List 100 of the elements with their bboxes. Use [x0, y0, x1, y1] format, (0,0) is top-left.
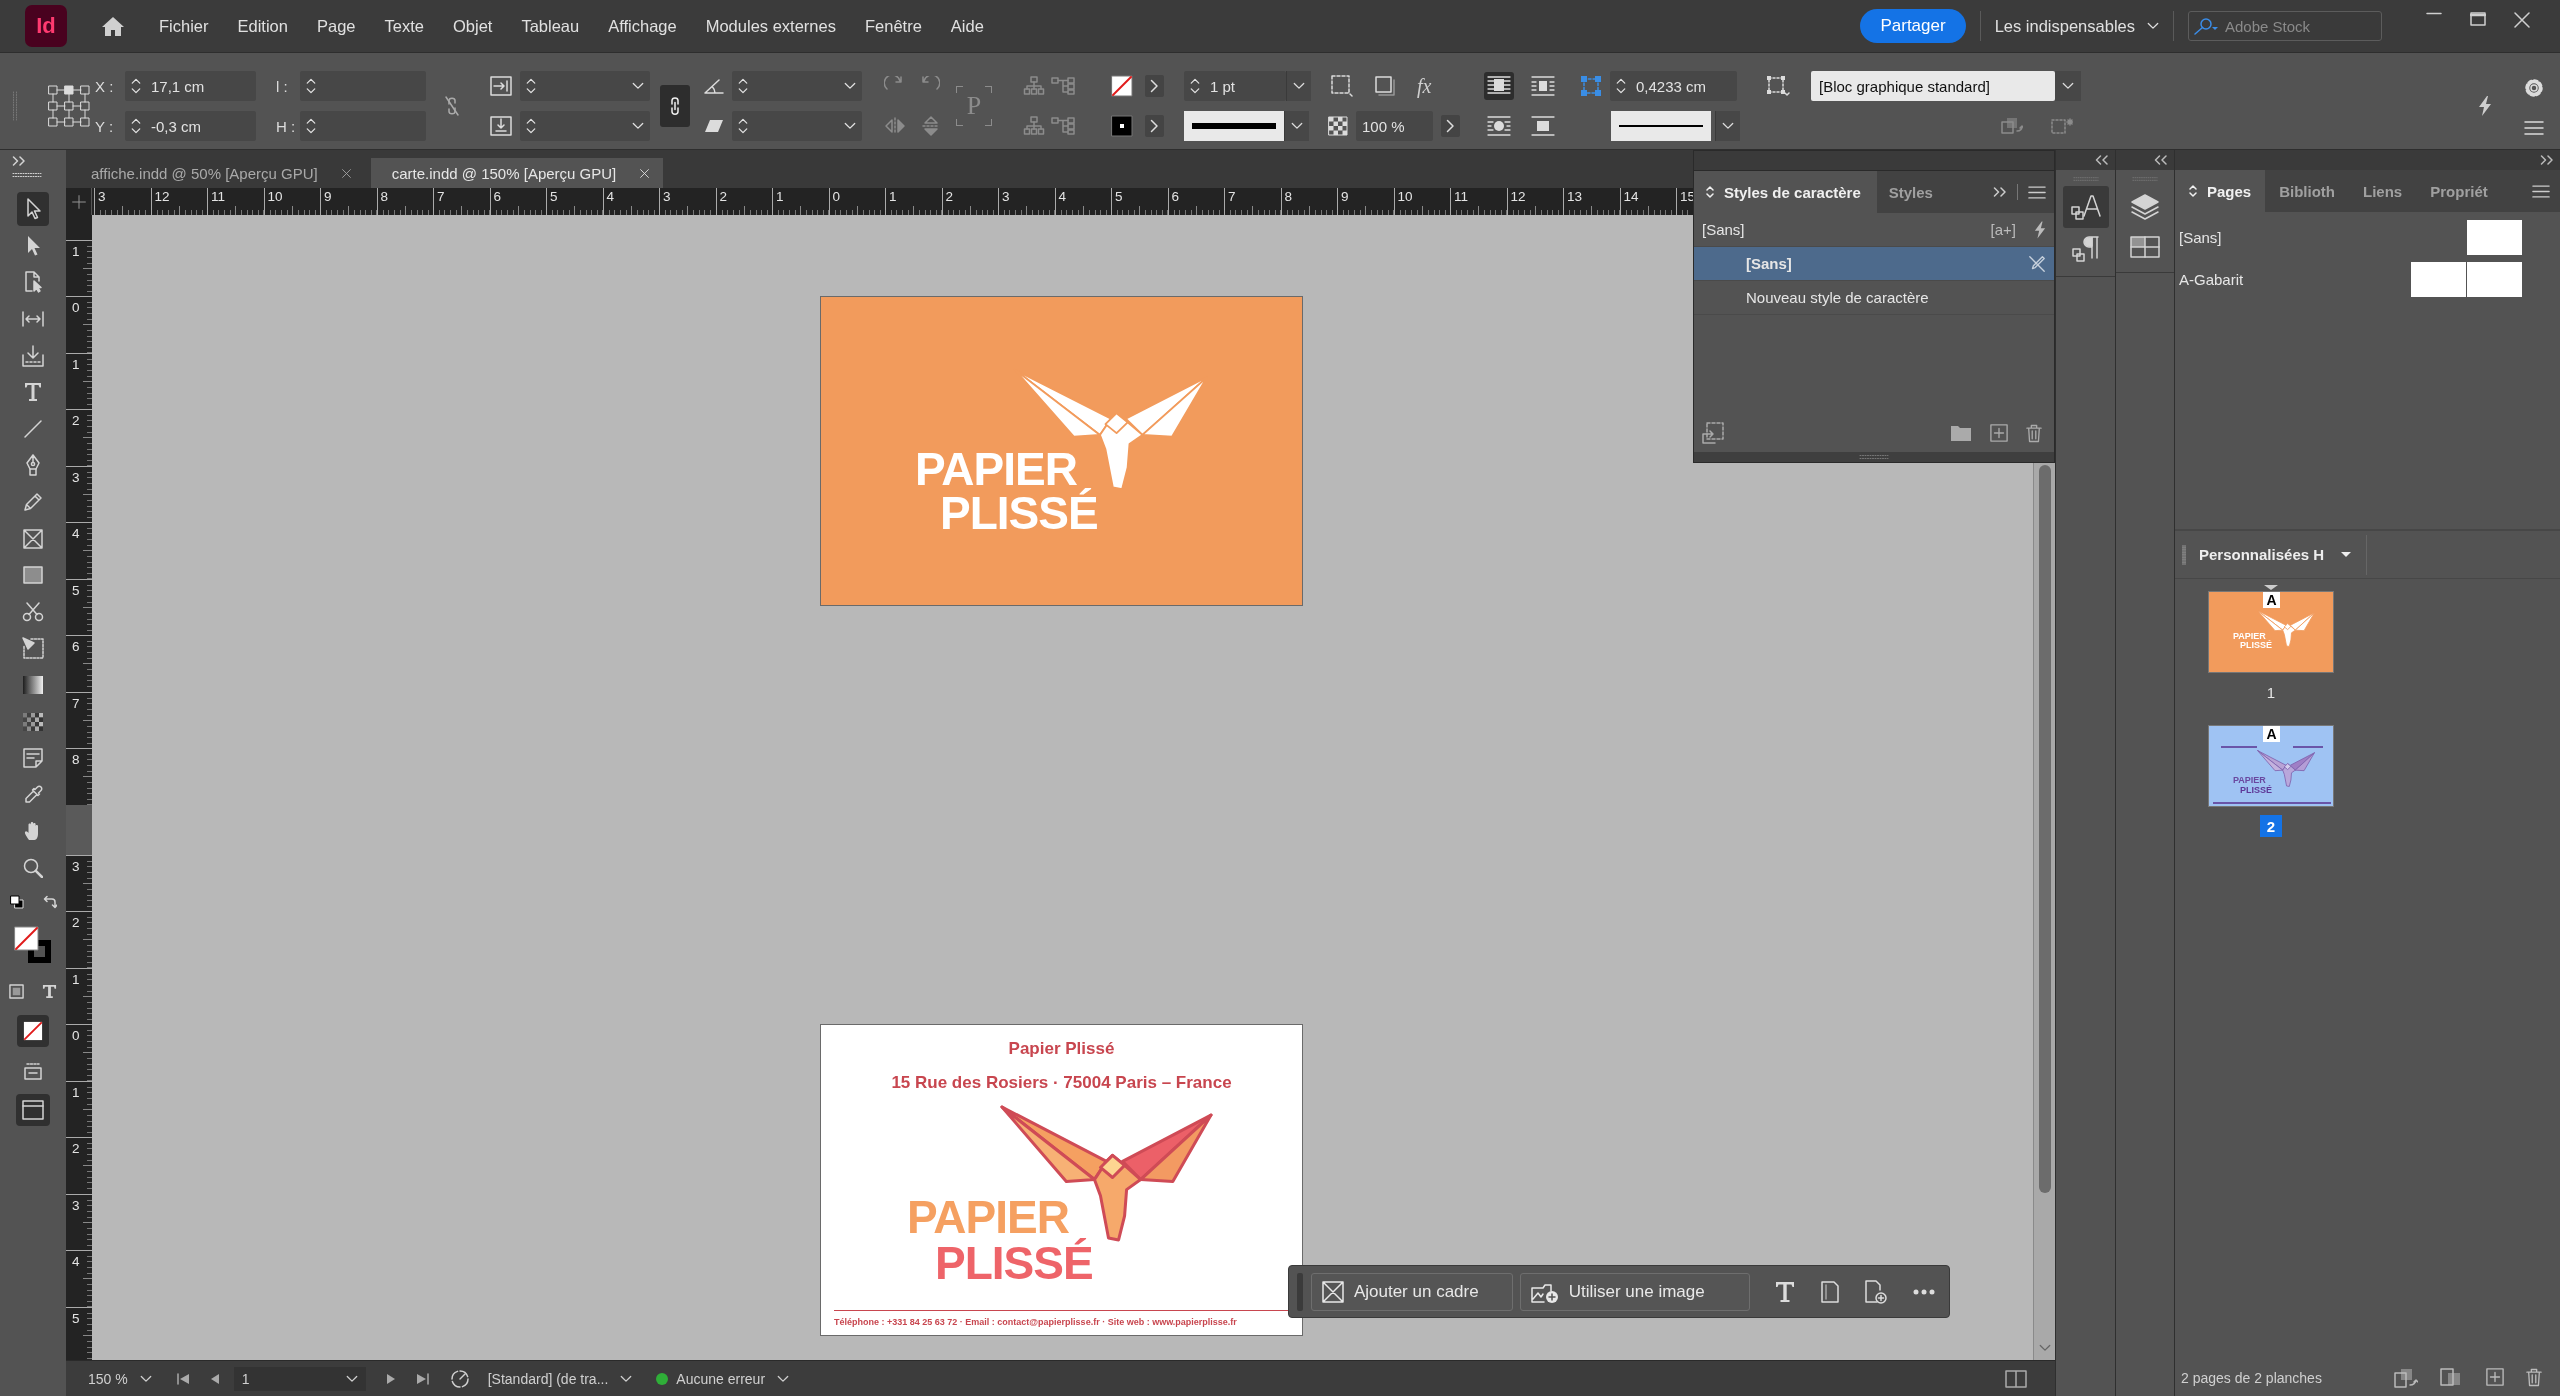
free-transform-icon[interactable] [22, 637, 44, 660]
clear-overrides-icon[interactable] [2028, 254, 2046, 273]
vertical-scrollbar[interactable] [2033, 463, 2055, 1360]
rotation-angle-icon[interactable] [704, 78, 724, 94]
chevron-down-icon[interactable] [844, 82, 856, 90]
load-styles-icon[interactable] [1702, 422, 1724, 444]
split-view-icon[interactable] [2005, 1369, 2027, 1388]
home-icon[interactable] [101, 15, 125, 37]
gap-tool-icon[interactable] [22, 309, 44, 330]
use-image-button[interactable]: Utiliser une image [1519, 1272, 1750, 1311]
chevron-down-icon[interactable] [844, 122, 856, 130]
menu-icon[interactable] [2524, 120, 2544, 135]
page-number[interactable]: 1 [2260, 681, 2282, 703]
scissors-icon[interactable] [22, 601, 44, 622]
next-page-icon[interactable] [385, 1372, 396, 1385]
chevron-down-icon[interactable] [2147, 22, 2159, 30]
add-page-icon[interactable] [1865, 1279, 1887, 1304]
pencil-icon[interactable] [23, 492, 43, 513]
master-thumbnail[interactable] [2411, 261, 2466, 297]
corner-size-field[interactable]: 0,4233 cm [1610, 71, 1737, 101]
eyedropper-icon[interactable] [23, 784, 43, 805]
frame-fitting-icon[interactable] [1331, 75, 1353, 97]
view-options-dropdown[interactable]: Personnalisées H [2199, 534, 2368, 575]
width-field[interactable] [300, 71, 426, 101]
gradient-feather-icon[interactable] [23, 712, 43, 731]
page-size-icon[interactable] [2394, 1368, 2418, 1388]
object-style-dropdown[interactable]: [Bloc graphique standard] [1811, 71, 2055, 101]
collapse-panels-icon[interactable] [2095, 155, 2109, 165]
apply-none-icon[interactable] [17, 1015, 49, 1048]
minimize-icon[interactable] [2426, 12, 2442, 15]
drag-handle[interactable] [1297, 1272, 1303, 1311]
corner-shape-dropdown[interactable] [1715, 111, 1740, 141]
zoom-icon[interactable] [23, 858, 43, 878]
content-collector-icon[interactable] [22, 344, 44, 367]
grid-panel-icon[interactable] [2130, 236, 2160, 258]
opacity-checker-icon[interactable] [1328, 116, 1348, 136]
chevron-down-icon[interactable] [1293, 82, 1305, 90]
spinner-icon[interactable] [526, 116, 536, 136]
wrap-bounding-box-icon[interactable] [1531, 75, 1555, 97]
lightning-icon[interactable] [2034, 219, 2046, 240]
menu-item[interactable]: Fenêtre [864, 16, 922, 36]
menu-item[interactable]: Objet [452, 16, 493, 36]
paragraph-styles-icon[interactable] [2071, 236, 2100, 262]
fill-stroke-swatch-icon[interactable] [14, 926, 52, 965]
chevron-down-icon[interactable] [632, 82, 644, 90]
drag-handle-icon[interactable] [2072, 176, 2099, 182]
type-tool-icon[interactable] [23, 382, 43, 403]
layers-icon[interactable] [2130, 194, 2160, 220]
menu-item[interactable]: Tableau [521, 16, 580, 36]
up-down-arrows-icon[interactable] [1706, 185, 1714, 199]
stroke-swatch-icon[interactable] [1111, 115, 1133, 137]
spinner-icon[interactable] [738, 76, 748, 96]
gradient-swatch-icon[interactable] [23, 676, 43, 694]
close-tab-icon[interactable] [341, 168, 351, 178]
chevron-right-icon[interactable] [1145, 75, 1164, 97]
up-down-arrows-icon[interactable] [2189, 184, 2197, 198]
x-position-field[interactable]: 17,1 cm [125, 71, 256, 101]
style-list-item[interactable]: Nouveau style de caractère [1694, 281, 2054, 315]
page-thumbnail[interactable]: A PAPIER PLISSÉ [2208, 725, 2334, 807]
spinner-icon[interactable] [1190, 76, 1200, 96]
line-tool-icon[interactable] [23, 418, 43, 439]
stroke-type-dropdown[interactable] [1284, 111, 1309, 141]
drag-handle-icon[interactable] [2132, 176, 2158, 182]
first-page-icon[interactable] [175, 1372, 190, 1385]
resize-grip-icon[interactable] [1859, 454, 1889, 460]
spinner-icon[interactable] [1616, 76, 1626, 96]
page-icon[interactable] [1821, 1280, 1839, 1303]
note-icon[interactable] [23, 748, 43, 769]
object-style-icon[interactable] [1766, 75, 1790, 97]
menu-item[interactable]: Page [316, 16, 356, 36]
spinner-icon[interactable] [306, 76, 316, 96]
chevron-right-icon[interactable] [1145, 115, 1164, 137]
chevron-down-icon[interactable] [139, 1374, 152, 1383]
pen-icon[interactable] [23, 454, 43, 477]
opacity-field[interactable]: 100 % [1356, 111, 1433, 141]
spinner-icon[interactable] [306, 116, 316, 136]
panel-tab[interactable]: Liens [2349, 170, 2417, 212]
chevron-down-icon[interactable] [1722, 122, 1734, 130]
menu-item[interactable]: Texte [384, 16, 424, 36]
previous-page-icon[interactable] [209, 1372, 220, 1385]
panel-tab[interactable]: Pages [2175, 170, 2266, 212]
add-frame-button[interactable]: Ajouter un cadre [1310, 1272, 1513, 1311]
shear-icon[interactable] [704, 119, 724, 133]
panel-menu-icon[interactable] [2532, 184, 2550, 198]
last-page-icon[interactable] [415, 1372, 430, 1385]
panel-tab[interactable]: Biblioth [2265, 170, 2350, 212]
broken-link-icon[interactable] [444, 95, 460, 117]
page-tool-icon[interactable] [23, 271, 43, 294]
panel-menu-icon[interactable] [2028, 185, 2046, 199]
create-style-button[interactable]: [a+] [1990, 221, 2016, 238]
more-tabs-icon[interactable] [1993, 187, 2007, 197]
master-page-row[interactable]: A-Gabarit [2175, 258, 2560, 300]
reference-point-icon[interactable] [48, 85, 90, 127]
character-styles-icon[interactable] [2062, 186, 2109, 228]
panel-tab[interactable]: Styles de caractère [1694, 171, 1877, 213]
zoom-level-field[interactable]: 150 % [88, 1370, 152, 1387]
scale-y-icon[interactable] [490, 116, 512, 136]
stroke-type-field[interactable] [1184, 111, 1284, 141]
screen-mode-icon[interactable] [23, 1061, 43, 1080]
new-page-icon[interactable] [2486, 1368, 2504, 1386]
